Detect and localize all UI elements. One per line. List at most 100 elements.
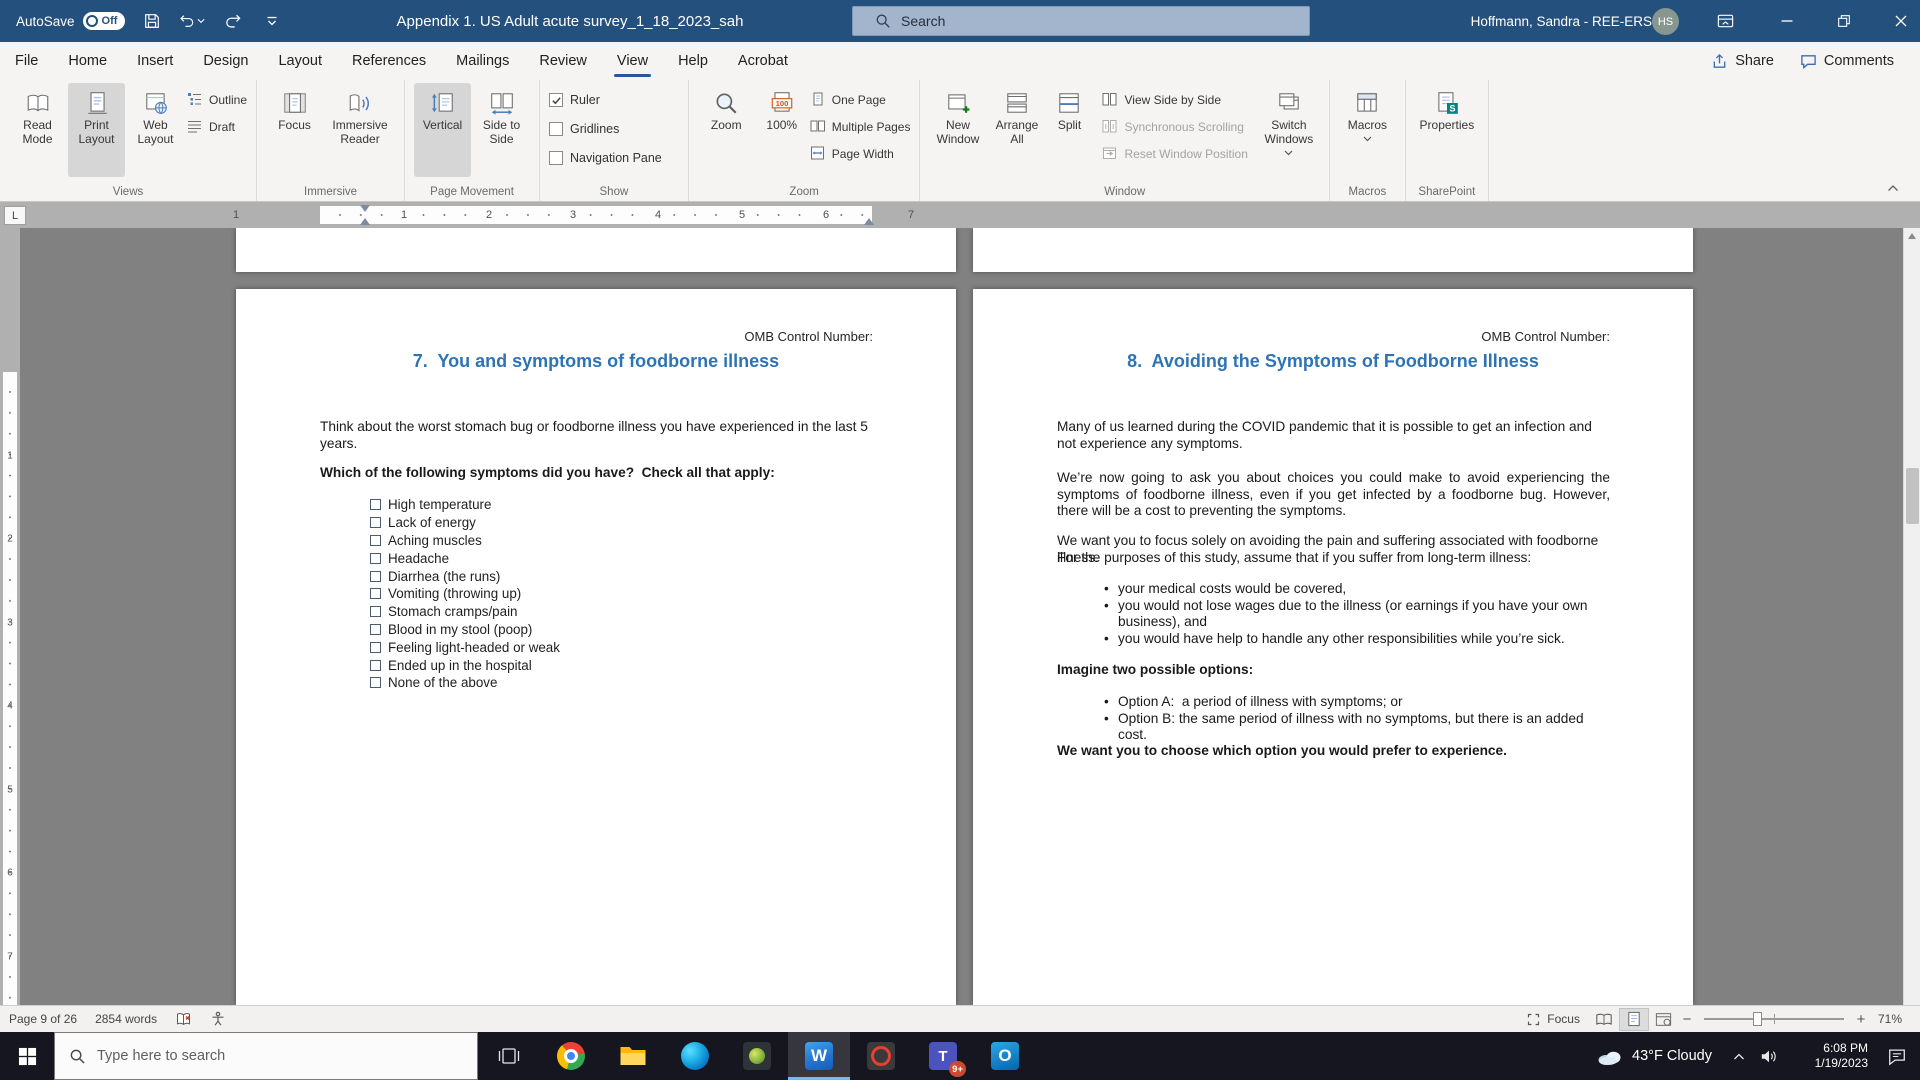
tab-home[interactable]: Home [53, 42, 122, 80]
clock[interactable]: 6:08 PM 1/19/2023 [1788, 1041, 1868, 1071]
checkbox-icon[interactable] [370, 571, 381, 582]
tab-references[interactable]: References [337, 42, 441, 80]
draft-button[interactable]: Draft [186, 117, 247, 136]
tab-review[interactable]: Review [524, 42, 602, 80]
teams-button[interactable]: T 9+ [912, 1032, 974, 1080]
taskbar-app-button[interactable] [726, 1032, 788, 1080]
hanging-indent-marker[interactable] [360, 218, 370, 225]
previous-page-bottom-right[interactable] [973, 228, 1693, 272]
collapse-ribbon-button[interactable] [1880, 179, 1906, 197]
acrobat-button[interactable] [850, 1032, 912, 1080]
focus-button[interactable]: Focus [266, 83, 323, 177]
focus-mode-button[interactable]: Focus [1517, 1006, 1589, 1032]
tab-help[interactable]: Help [663, 42, 723, 80]
multiple-pages-button[interactable]: Multiple Pages [809, 117, 911, 136]
web-layout-button[interactable]: Web Layout [127, 83, 184, 177]
redo-button[interactable] [219, 6, 245, 36]
read-mode-button[interactable]: Read Mode [9, 83, 66, 177]
tab-view[interactable]: View [602, 42, 663, 80]
immersive-reader-button[interactable]: Immersive Reader [325, 83, 395, 177]
checkbox-icon[interactable] [370, 677, 381, 688]
outline-button[interactable]: Outline [186, 90, 247, 109]
zoom-100-button[interactable]: 100 100% [757, 83, 807, 177]
checkbox-icon[interactable] [370, 642, 381, 653]
action-center-button[interactable] [1874, 1032, 1920, 1080]
close-button[interactable] [1882, 0, 1920, 42]
ribbon-display-options-button[interactable] [1706, 0, 1744, 42]
undo-button[interactable] [179, 6, 205, 36]
horizontal-ruler[interactable]: 1 1 2 3 4 5 6 7 [0, 202, 1920, 228]
accessibility-checker-button[interactable] [201, 1006, 235, 1032]
properties-button[interactable]: S Properties [1415, 83, 1479, 177]
checkbox-icon[interactable] [370, 553, 381, 564]
show-hidden-icons-button[interactable] [1724, 1032, 1754, 1080]
checkbox-icon[interactable] [370, 535, 381, 546]
view-side-by-side-button[interactable]: View Side by Side [1101, 90, 1247, 109]
zoom-slider[interactable] [1704, 1018, 1844, 1020]
tab-acrobat[interactable]: Acrobat [723, 42, 803, 80]
arrange-all-button[interactable]: Arrange All [988, 83, 1045, 177]
checkbox-icon[interactable] [370, 606, 381, 617]
share-button[interactable]: Share [1711, 53, 1774, 70]
titlebar-search-box[interactable]: Search [852, 6, 1310, 36]
tab-file[interactable]: File [0, 42, 53, 80]
file-explorer-button[interactable] [602, 1032, 664, 1080]
proofing-errors-button[interactable] [166, 1006, 201, 1032]
page-width-button[interactable]: Page Width [809, 144, 911, 163]
save-button[interactable] [139, 6, 165, 36]
tab-layout[interactable]: Layout [263, 42, 337, 80]
zoom-percentage-button[interactable]: 71% [1869, 1006, 1920, 1032]
weather-widget[interactable]: 43°F Cloudy [1585, 1032, 1724, 1080]
ruler-checkbox[interactable]: Ruler [549, 90, 662, 110]
comments-button[interactable]: Comments [1800, 53, 1894, 70]
macros-button[interactable]: Macros [1339, 83, 1396, 177]
task-view-button[interactable] [478, 1032, 540, 1080]
page-indicator[interactable]: Page 9 of 26 [0, 1006, 86, 1032]
edge-button[interactable] [664, 1032, 726, 1080]
gridlines-checkbox[interactable]: Gridlines [549, 119, 662, 139]
word-button[interactable]: W [788, 1032, 850, 1080]
one-page-button[interactable]: One Page [809, 90, 911, 109]
right-indent-marker[interactable] [864, 218, 874, 225]
zoom-slider-thumb[interactable] [1753, 1012, 1762, 1026]
checkbox-icon[interactable] [370, 499, 381, 510]
vertical-ruler[interactable]: 1 2 3 4 5 6 7 [0, 228, 20, 1005]
print-layout-button[interactable]: Print Layout [68, 83, 125, 177]
document-page-7[interactable]: OMB Control Number: 7. You and symptoms … [236, 289, 956, 1005]
tab-design[interactable]: Design [188, 42, 263, 80]
checkbox-icon[interactable] [370, 660, 381, 671]
zoom-in-button[interactable]: + [1853, 1011, 1869, 1028]
new-window-button[interactable]: New Window [929, 83, 986, 177]
zoom-button[interactable]: Zoom [698, 83, 755, 177]
scroll-up-arrow[interactable] [1908, 233, 1916, 239]
taskbar-search-box[interactable]: Type here to search [54, 1032, 478, 1080]
restore-button[interactable] [1825, 0, 1863, 42]
switch-windows-button[interactable]: Switch Windows [1258, 83, 1320, 177]
first-line-indent-marker[interactable] [360, 205, 370, 212]
scrollbar-thumb[interactable] [1906, 468, 1919, 524]
autosave-toggle[interactable]: AutoSave Off [16, 12, 125, 30]
previous-page-bottom-left[interactable] [236, 228, 956, 272]
chrome-button[interactable] [540, 1032, 602, 1080]
read-mode-view-button[interactable] [1589, 1008, 1619, 1031]
account-name[interactable]: Hoffmann, Sandra - REE-ERS [1471, 0, 1652, 42]
side-to-side-button[interactable]: Side to Side [473, 83, 530, 177]
zoom-out-button[interactable]: − [1679, 1011, 1695, 1028]
document-page-8[interactable]: OMB Control Number: 8. Avoiding the Symp… [973, 289, 1693, 1005]
avatar[interactable]: HS [1652, 8, 1679, 35]
word-count[interactable]: 2854 words [86, 1006, 166, 1032]
print-layout-view-button[interactable] [1619, 1008, 1649, 1031]
checkbox-icon[interactable] [370, 624, 381, 635]
start-button[interactable] [0, 1032, 54, 1080]
tab-insert[interactable]: Insert [122, 42, 188, 80]
checkbox-icon[interactable] [370, 588, 381, 599]
customize-quick-access-toolbar-button[interactable] [259, 6, 285, 36]
split-button[interactable]: Split [1047, 83, 1091, 177]
tab-mailings[interactable]: Mailings [441, 42, 524, 80]
tab-selector[interactable]: L [4, 206, 26, 225]
web-layout-view-button[interactable] [1649, 1008, 1679, 1031]
outlook-button[interactable]: O [974, 1032, 1036, 1080]
minimize-button[interactable] [1768, 0, 1806, 42]
checkbox-icon[interactable] [370, 517, 381, 528]
navigation-pane-checkbox[interactable]: Navigation Pane [549, 148, 662, 168]
